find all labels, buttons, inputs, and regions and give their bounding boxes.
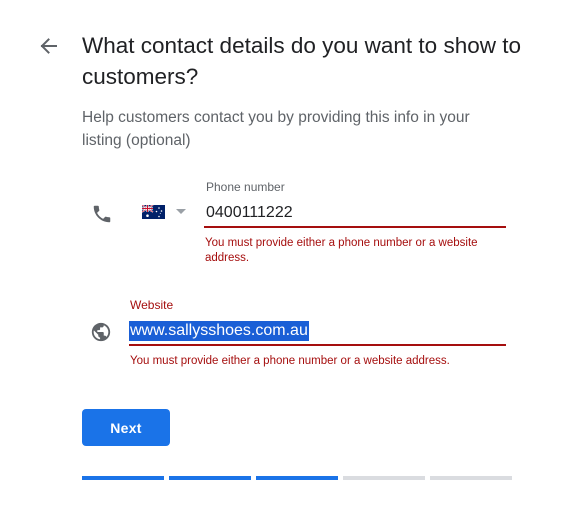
progress-segment: [256, 476, 338, 480]
progress-segment: [169, 476, 251, 480]
progress-segment: [343, 476, 425, 480]
country-code-select[interactable]: [140, 200, 192, 224]
website-label: Website: [130, 298, 174, 312]
globe-icon: [91, 322, 111, 342]
website-input-underline: [129, 344, 506, 346]
phone-error-message: You must provide either a phone number o…: [205, 237, 478, 264]
chevron-down-icon: [176, 209, 186, 214]
progress-bar: [82, 476, 514, 480]
phone-number-input[interactable]: [206, 201, 504, 225]
progress-segment: [82, 476, 164, 480]
phone-icon: [93, 205, 111, 223]
next-button[interactable]: Next: [82, 409, 170, 446]
arrow-back-icon: [40, 38, 57, 54]
back-button[interactable]: [34, 32, 64, 60]
phone-input-underline: [204, 226, 506, 228]
page-subtitle: Help customers contact you by providing …: [82, 109, 470, 149]
website-error-message: You must provide either a phone number o…: [130, 355, 450, 367]
phone-number-label: Phone number: [206, 180, 285, 194]
page-title: What contact details do you want to show…: [82, 33, 521, 89]
progress-segment: [430, 476, 512, 480]
australia-flag-icon: [142, 205, 165, 219]
website-input[interactable]: www.sallysshoes.com.au: [129, 320, 504, 342]
website-input-selected-text: www.sallysshoes.com.au: [129, 321, 309, 341]
